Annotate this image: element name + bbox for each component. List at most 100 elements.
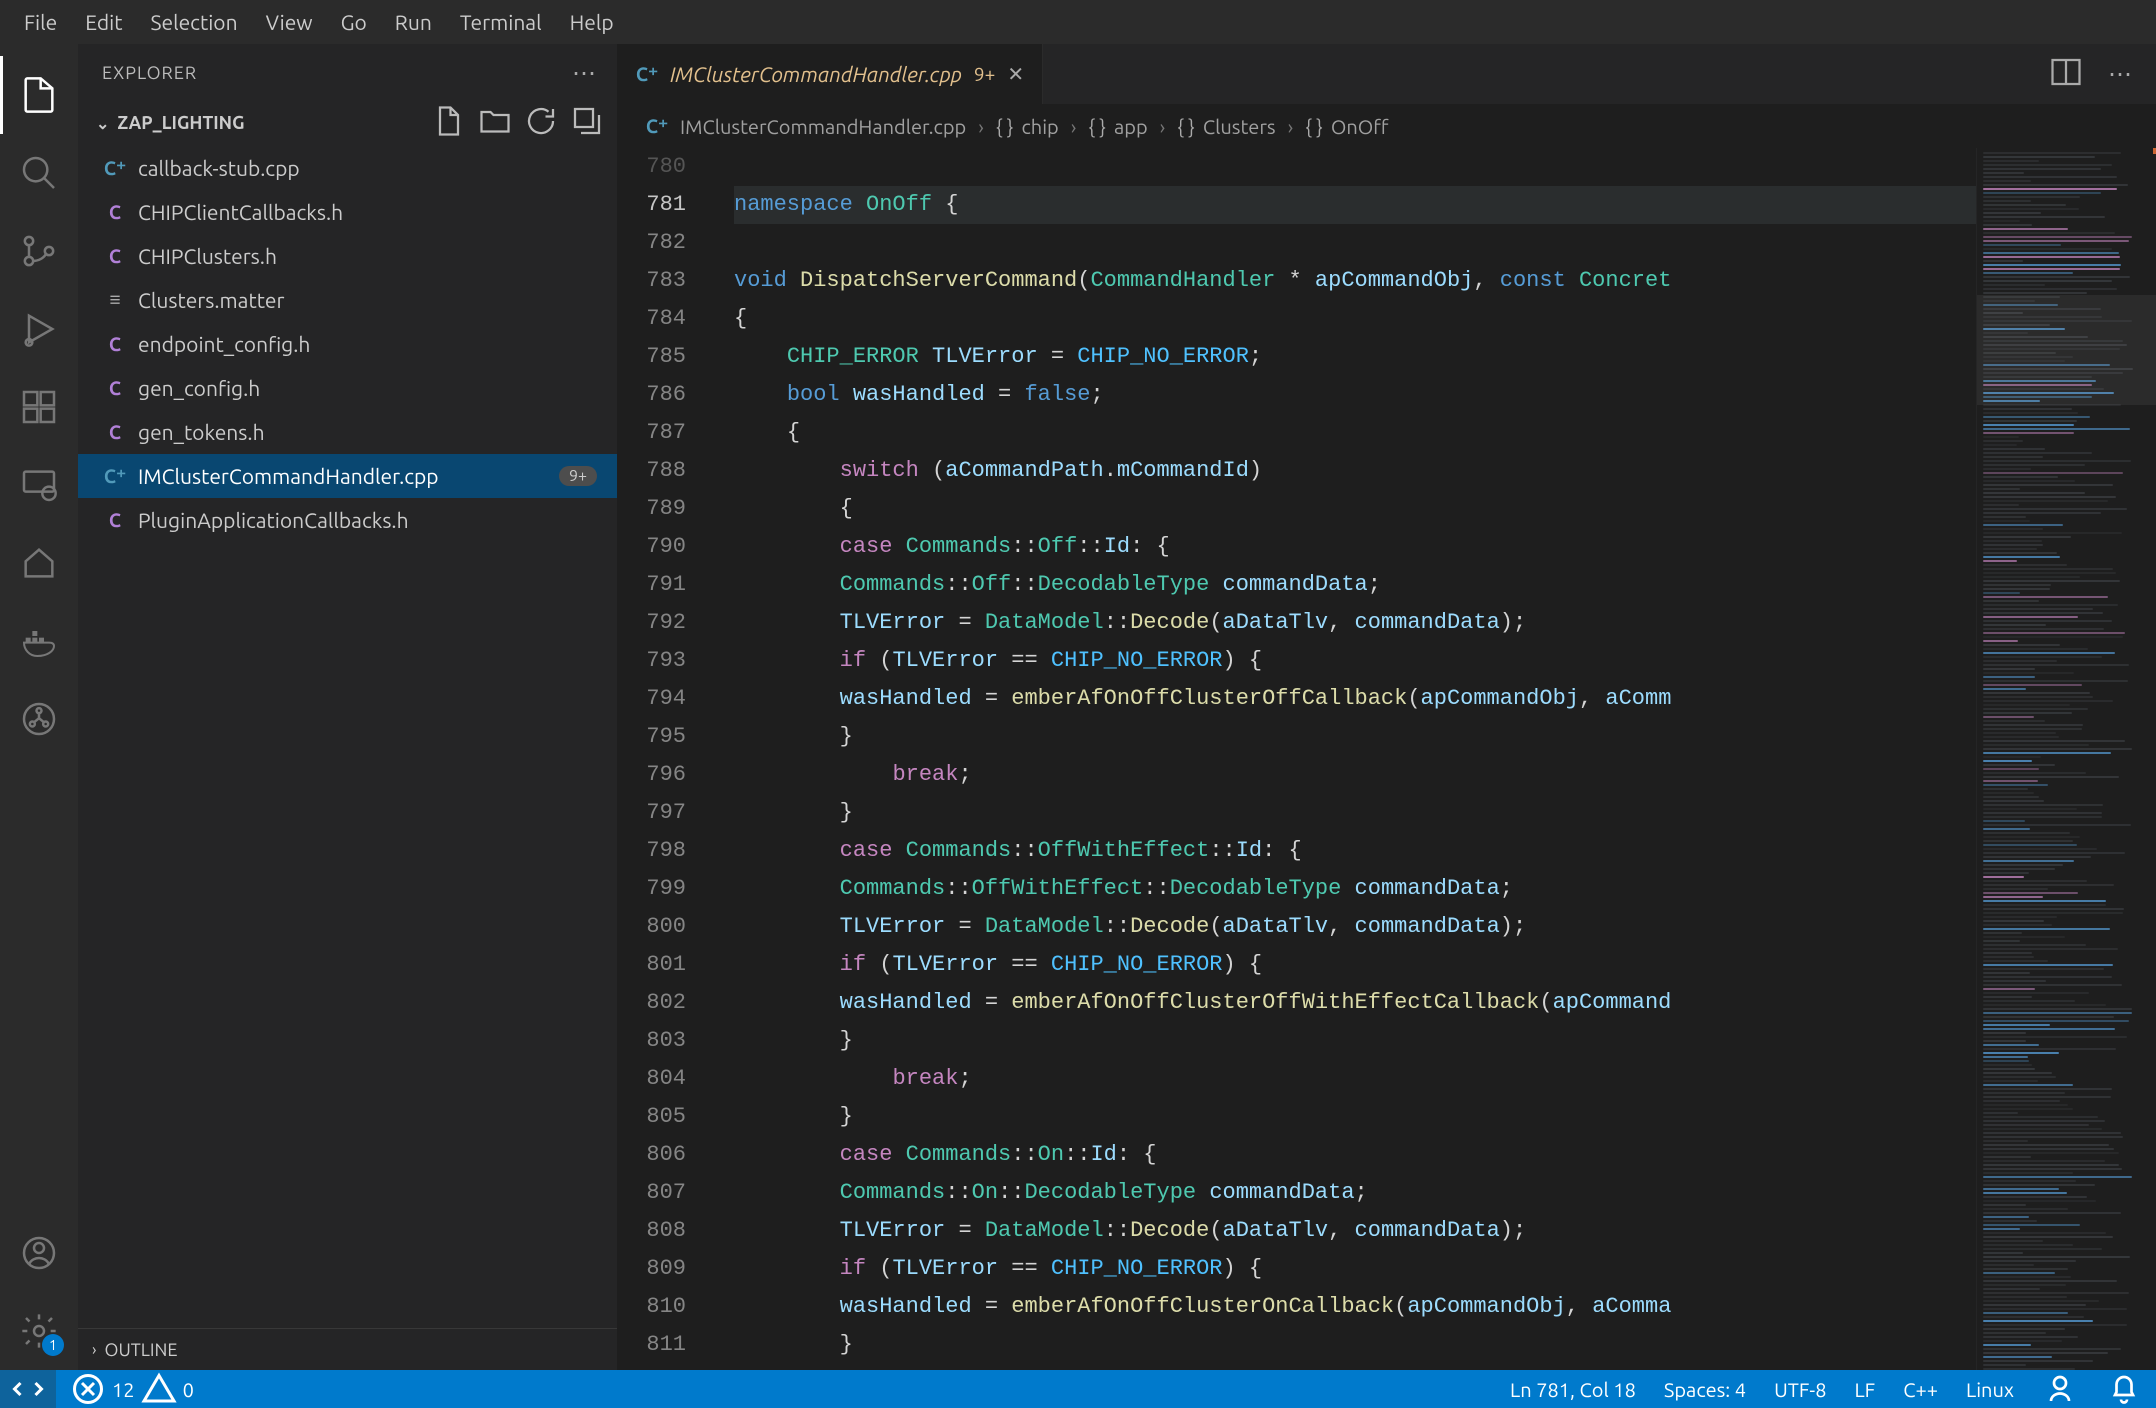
code-line[interactable]: TLVError = DataModel::Decode(aDataTlv, c… xyxy=(734,908,1976,946)
code-line[interactable]: case Commands::Off::Id: { xyxy=(734,528,1976,566)
menu-file[interactable]: File xyxy=(10,10,71,34)
notifications-icon[interactable] xyxy=(2092,1371,2156,1407)
extensions-icon[interactable] xyxy=(0,368,78,446)
os-status[interactable]: Linux xyxy=(1952,1378,2028,1401)
eol-status[interactable]: LF xyxy=(1840,1378,1889,1401)
indentation-status[interactable]: Spaces: 4 xyxy=(1650,1378,1760,1401)
breadcrumb-item[interactable]: app xyxy=(1114,115,1148,138)
breadcrumb-item[interactable]: chip xyxy=(1021,115,1058,138)
line-number: 788 xyxy=(618,452,706,490)
breadcrumb-item[interactable]: OnOff xyxy=(1331,115,1389,138)
docker-icon[interactable] xyxy=(0,602,78,680)
menu-selection[interactable]: Selection xyxy=(136,10,251,34)
smarthome-icon[interactable] xyxy=(0,524,78,602)
breadcrumb-item[interactable]: Clusters xyxy=(1203,115,1276,138)
refresh-icon[interactable] xyxy=(523,103,559,143)
code-line[interactable]: wasHandled = emberAfOnOffClusterOffCallb… xyxy=(734,680,1976,718)
code-line[interactable]: void DispatchServerCommand(CommandHandle… xyxy=(734,262,1976,300)
explorer-icon[interactable] xyxy=(0,56,78,134)
file-item[interactable]: C⁺IMClusterCommandHandler.cpp9+ xyxy=(78,454,617,498)
code-line[interactable]: break; xyxy=(734,1060,1976,1098)
settings-icon[interactable]: 1 xyxy=(0,1292,78,1370)
remote-explorer-icon[interactable] xyxy=(0,446,78,524)
menu-go[interactable]: Go xyxy=(327,10,381,34)
code-line[interactable]: Commands::Off::DecodableType commandData… xyxy=(734,566,1976,604)
source-control-icon[interactable] xyxy=(0,212,78,290)
code-line[interactable]: break; xyxy=(734,756,1976,794)
line-number: 783 xyxy=(618,262,706,300)
code-line[interactable]: if (TLVError == CHIP_NO_ERROR) { xyxy=(734,1250,1976,1288)
feedback-icon[interactable] xyxy=(2028,1371,2092,1407)
code-container: 7807817827837847857867877887897907917927… xyxy=(618,148,2156,1370)
breadcrumbs[interactable]: C⁺IMClusterCommandHandler.cpp›{ }chip›{ … xyxy=(618,104,2156,148)
code-line[interactable]: Commands::OffWithEffect::DecodableType c… xyxy=(734,870,1976,908)
code-line[interactable]: CHIP_ERROR TLVError = CHIP_NO_ERROR; xyxy=(734,338,1976,376)
menu-run[interactable]: Run xyxy=(381,10,446,34)
file-label: gen_config.h xyxy=(138,376,260,400)
remote-indicator[interactable] xyxy=(0,1370,56,1408)
code-line[interactable]: TLVError = DataModel::Decode(aDataTlv, c… xyxy=(734,1212,1976,1250)
menu-terminal[interactable]: Terminal xyxy=(446,10,556,34)
line-number: 800 xyxy=(618,908,706,946)
file-item[interactable]: Cgen_tokens.h xyxy=(78,410,617,454)
code-line[interactable]: } xyxy=(734,718,1976,756)
menu-view[interactable]: View xyxy=(252,10,327,34)
code-line[interactable]: namespace OnOff { xyxy=(734,186,1976,224)
code-line[interactable]: { xyxy=(734,490,1976,528)
cursor-position[interactable]: Ln 781, Col 18 xyxy=(1496,1378,1650,1401)
code-line[interactable]: } xyxy=(734,794,1976,832)
search-icon[interactable] xyxy=(0,134,78,212)
split-editor-icon[interactable] xyxy=(2048,54,2084,95)
collapse-all-icon[interactable] xyxy=(569,103,605,143)
breadcrumb-item[interactable]: IMClusterCommandHandler.cpp xyxy=(680,115,966,138)
accounts-icon[interactable] xyxy=(0,1214,78,1292)
code-line[interactable]: TLVError = DataModel::Decode(aDataTlv, c… xyxy=(734,604,1976,642)
code-line[interactable]: } xyxy=(734,1326,1976,1364)
code-editor[interactable]: namespace OnOff { void DispatchServerComm… xyxy=(706,148,1976,1370)
code-line[interactable]: case Commands::OffWithEffect::Id: { xyxy=(734,832,1976,870)
code-line[interactable] xyxy=(734,148,1976,186)
code-line[interactable]: if (TLVError == CHIP_NO_ERROR) { xyxy=(734,642,1976,680)
settings-badge: 1 xyxy=(42,1334,64,1356)
sidebar-more-icon[interactable]: ⋯ xyxy=(572,59,597,87)
code-line[interactable]: { xyxy=(734,414,1976,452)
code-line[interactable]: case Commands::On::Id: { xyxy=(734,1136,1976,1174)
file-item[interactable]: C⁺callback-stub.cpp xyxy=(78,146,617,190)
file-label: gen_tokens.h xyxy=(138,420,265,444)
code-line[interactable]: switch (aCommandPath.mCommandId) xyxy=(734,452,1976,490)
new-file-icon[interactable] xyxy=(431,103,467,143)
more-icon[interactable]: ⋯ xyxy=(2108,60,2132,88)
language-status[interactable]: C++ xyxy=(1889,1378,1952,1401)
code-line[interactable]: } xyxy=(734,1022,1976,1060)
file-item[interactable]: CCHIPClientCallbacks.h xyxy=(78,190,617,234)
outline-section[interactable]: › OUTLINE xyxy=(78,1328,617,1370)
folder-header[interactable]: ⌄ ZAP_LIGHTING xyxy=(78,102,617,144)
run-debug-icon[interactable] xyxy=(0,290,78,368)
git-graph-icon[interactable] xyxy=(0,680,78,758)
file-item[interactable]: CPluginApplicationCallbacks.h xyxy=(78,498,617,542)
problems-status[interactable]: 12 0 xyxy=(56,1371,208,1407)
menu-help[interactable]: Help xyxy=(556,10,628,34)
code-line[interactable]: Commands::On::DecodableType commandData; xyxy=(734,1174,1976,1212)
minimap[interactable] xyxy=(1976,148,2156,1370)
matter-icon: ≡ xyxy=(104,288,126,312)
new-folder-icon[interactable] xyxy=(477,103,513,143)
file-item[interactable]: Cendpoint_config.h xyxy=(78,322,617,366)
code-line[interactable] xyxy=(734,224,1976,262)
code-line[interactable]: wasHandled = emberAfOnOffClusterOnCallba… xyxy=(734,1288,1976,1326)
file-item[interactable]: CCHIPClusters.h xyxy=(78,234,617,278)
encoding-status[interactable]: UTF-8 xyxy=(1760,1378,1840,1401)
code-line[interactable]: } xyxy=(734,1098,1976,1136)
tab-filename: IMClusterCommandHandler.cpp xyxy=(670,62,962,86)
line-number: 790 xyxy=(618,528,706,566)
menu-edit[interactable]: Edit xyxy=(71,10,136,34)
tab-open-file[interactable]: C⁺ IMClusterCommandHandler.cpp 9+ ✕ xyxy=(618,44,1043,104)
warning-count: 0 xyxy=(183,1378,194,1401)
code-line[interactable]: wasHandled = emberAfOnOffClusterOffWithE… xyxy=(734,984,1976,1022)
code-line[interactable]: bool wasHandled = false; xyxy=(734,376,1976,414)
close-icon[interactable]: ✕ xyxy=(1007,62,1024,86)
file-item[interactable]: Cgen_config.h xyxy=(78,366,617,410)
code-line[interactable]: if (TLVError == CHIP_NO_ERROR) { xyxy=(734,946,1976,984)
file-item[interactable]: ≡Clusters.matter xyxy=(78,278,617,322)
code-line[interactable]: { xyxy=(734,300,1976,338)
